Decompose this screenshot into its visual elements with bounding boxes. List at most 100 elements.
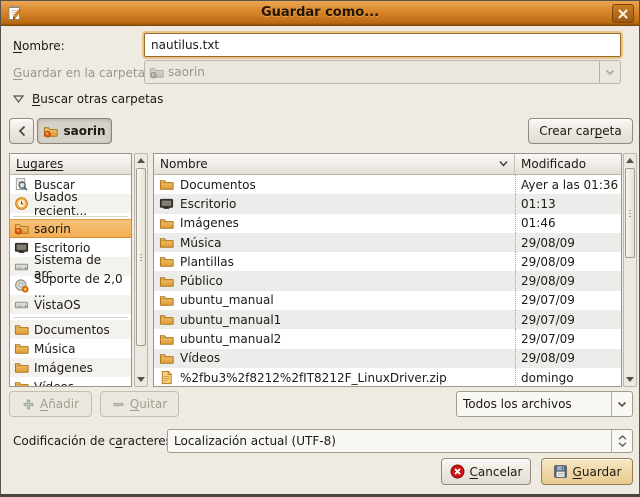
add-bookmark-button[interactable]: Añadir (9, 391, 92, 417)
file-name: Plantillas (180, 255, 234, 269)
file-filter-value: Todos los archivos (457, 397, 611, 411)
table-row[interactable]: ubuntu_manual2 29/07/09 (154, 329, 621, 348)
file-modified: 29/07/09 (515, 329, 621, 348)
file-icon (159, 312, 174, 327)
place-label: Vídeos (34, 380, 74, 388)
places-scrollbar[interactable] (134, 153, 148, 387)
place-label: Imágenes (34, 361, 93, 375)
cancel-button[interactable]: Cancelar (441, 458, 531, 485)
sidebar-item-im-genes[interactable]: Imágenes (10, 358, 131, 377)
scroll-up-icon[interactable] (624, 154, 636, 167)
close-button[interactable] (612, 4, 634, 23)
place-label: saorin (34, 222, 71, 236)
filename-input[interactable]: nautilus.txt (144, 33, 621, 57)
column-header-modified-label: Modificado (521, 157, 586, 171)
file-icon (159, 235, 174, 250)
file-name: Público (180, 274, 223, 288)
sidebar-item-v-deos[interactable]: Vídeos (10, 377, 131, 387)
file-name: Documentos (180, 178, 256, 192)
place-icon (14, 322, 29, 337)
save-button[interactable]: Guardar (541, 458, 633, 485)
sidebar-item-usados-recient-[interactable]: Usados recient... (10, 194, 131, 213)
file-icon (159, 370, 174, 385)
table-row[interactable]: ubuntu_manual1 29/07/09 (154, 310, 621, 329)
path-back-button[interactable] (9, 118, 34, 144)
table-row[interactable]: %2fbu3%2f8212%2fIT8212F_LinuxDriver.zip … (154, 368, 621, 387)
add-bookmark-label: Añadir (40, 397, 79, 411)
file-modified: 01:46 (515, 214, 621, 233)
save-as-dialog: Guardar como... Nombre: nautilus.txt Gua… (0, 0, 640, 497)
table-row[interactable]: Público 29/08/09 (154, 271, 621, 290)
home-folder-icon (149, 65, 164, 80)
files-scrollbar[interactable] (623, 153, 637, 387)
table-row[interactable]: Imágenes 01:46 (154, 214, 621, 233)
place-label: Soporte de 2,0 ... (34, 272, 127, 300)
sidebar-item-documentos[interactable]: Documentos (10, 320, 131, 339)
path-current-folder-toggle[interactable]: saorin (37, 118, 112, 144)
file-icon (159, 196, 174, 211)
file-name: Escritorio (180, 197, 236, 211)
file-icon (159, 177, 174, 192)
files-scroll-thumb[interactable] (625, 168, 635, 258)
encoding-value: Localización actual (UTF-8) (168, 434, 611, 448)
places-header[interactable]: Lugares (10, 154, 131, 175)
titlebar[interactable]: Guardar como... (1, 1, 639, 26)
place-icon (14, 379, 29, 387)
file-name: Vídeos (180, 351, 220, 365)
files-scroll-track[interactable] (624, 167, 636, 373)
table-row[interactable]: Escritorio 01:13 (154, 194, 621, 213)
folder-combo[interactable]: saorin (144, 60, 621, 84)
encoding-label: Codificación de caracteres: (13, 433, 176, 449)
sort-descending-icon (499, 160, 508, 167)
create-folder-label: Crear carpeta (539, 124, 622, 138)
place-label: Música (34, 342, 76, 356)
file-modified: 29/08/09 (515, 233, 621, 252)
file-modified: 29/08/09 (515, 349, 621, 368)
place-icon (14, 196, 29, 211)
encoding-combo[interactable]: Localización actual (UTF-8) (167, 429, 633, 453)
place-icon (14, 341, 29, 356)
table-row[interactable]: Vídeos 29/08/09 (154, 349, 621, 368)
file-name: %2fbu3%2f8212%2fIT8212F_LinuxDriver.zip (180, 371, 447, 385)
spinner-arrows-icon (611, 430, 632, 452)
table-row[interactable]: Plantillas 29/08/09 (154, 252, 621, 271)
plus-icon (22, 398, 35, 411)
table-row[interactable]: ubuntu_manual 29/07/09 (154, 291, 621, 310)
column-header-modified[interactable]: Modificado (515, 154, 621, 175)
file-modified: 29/08/09 (515, 271, 621, 290)
place-icon (14, 297, 29, 312)
sidebar-item-m-sica[interactable]: Música (10, 339, 131, 358)
place-icon (14, 221, 29, 236)
table-row[interactable]: Música 29/08/09 (154, 233, 621, 252)
create-folder-button[interactable]: Crear carpeta (528, 118, 633, 144)
path-current-folder-label: saorin (63, 124, 105, 138)
scroll-up-icon[interactable] (135, 154, 147, 167)
column-header-name[interactable]: Nombre (154, 154, 515, 175)
expander-label: Buscar otras carpetas (32, 92, 163, 106)
file-modified: 29/07/09 (515, 310, 621, 329)
cancel-icon (450, 464, 465, 479)
remove-bookmark-button[interactable]: Quitar (100, 391, 179, 417)
places-header-label: Lugares (16, 157, 63, 171)
home-folder-icon (43, 124, 58, 139)
place-icon (14, 360, 29, 375)
window-title: Guardar como... (1, 5, 639, 20)
file-modified: Ayer a las 01:36 (515, 175, 621, 194)
scroll-down-icon[interactable] (624, 373, 636, 386)
places-scroll-track[interactable] (135, 167, 147, 373)
browse-folders-expander[interactable]: Buscar otras carpetas (13, 92, 163, 106)
sidebar-item-saorin[interactable]: saorin (10, 219, 131, 238)
places-scroll-thumb[interactable] (136, 168, 146, 346)
sidebar-item-soporte-de-2-0-[interactable]: Soporte de 2,0 ... (10, 276, 131, 295)
chevron-down-icon (599, 61, 620, 83)
scroll-down-icon[interactable] (135, 373, 147, 386)
name-label: Nombre: (13, 38, 65, 54)
file-name: ubuntu_manual2 (180, 332, 281, 346)
files-pane: Nombre Modificado Documentos Ayer a las … (153, 153, 622, 387)
file-icon (159, 332, 174, 347)
sidebar-separator (10, 213, 131, 219)
table-row[interactable]: Documentos Ayer a las 01:36 (154, 175, 621, 194)
file-name: Imágenes (180, 216, 239, 230)
expander-triangle-icon (13, 95, 24, 103)
file-filter-combo[interactable]: Todos los archivos (456, 391, 633, 417)
